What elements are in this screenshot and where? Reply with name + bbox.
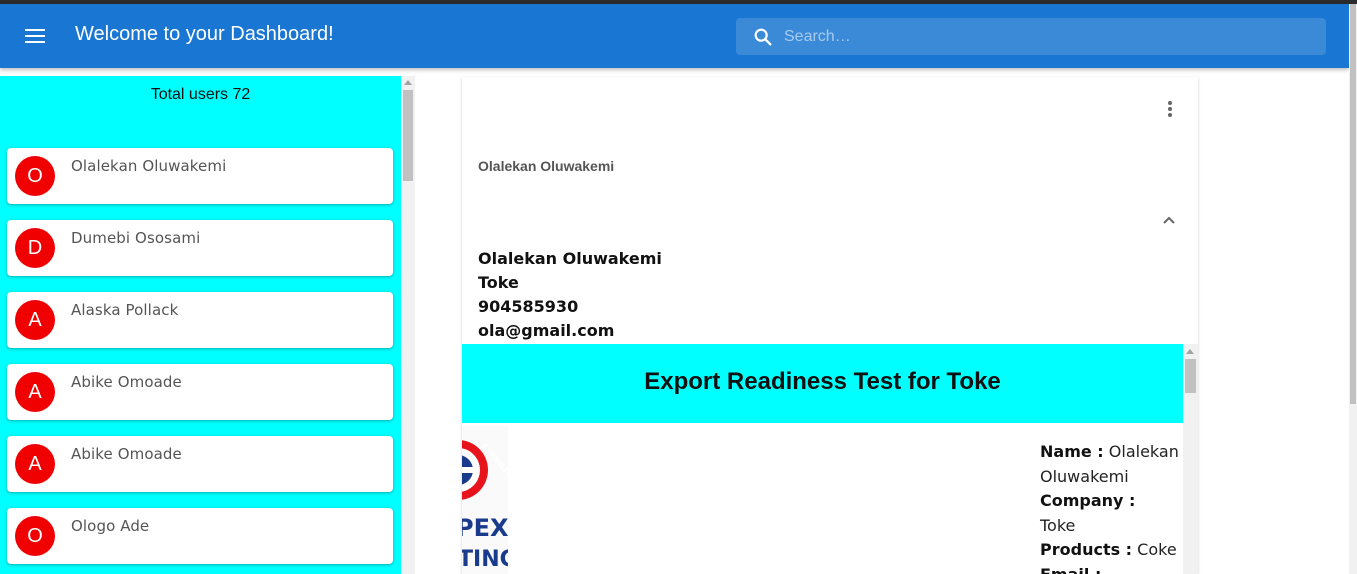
user-name: Dumebi Ososami (71, 229, 201, 247)
report-scrollbar-thumb[interactable] (1185, 359, 1196, 393)
app-bar: Welcome to your Dashboard! (0, 4, 1349, 68)
email-label: Email : (1040, 564, 1102, 574)
user-name: Abike Omoade (71, 373, 182, 391)
scroll-up-arrow-icon[interactable] (1186, 349, 1194, 354)
detail-phone: 904585930 (478, 297, 579, 316)
user-name: Olalekan Oluwakemi (71, 157, 227, 175)
user-name: Abike Omoade (71, 445, 182, 463)
company-label: Company : (1040, 491, 1136, 510)
avatar: O (15, 156, 55, 196)
search-box[interactable] (736, 18, 1326, 55)
user-list-item[interactable]: O Olalekan Oluwakemi (7, 148, 393, 204)
user-list-item[interactable]: D Dumebi Ososami (7, 220, 393, 276)
detail-name: Olalekan Oluwakemi (478, 249, 662, 268)
user-list-item[interactable]: A Alaska Pollack (7, 292, 393, 348)
avatar: A (15, 444, 55, 484)
sidebar-scrollbar-thumb[interactable] (403, 90, 413, 181)
user-sidebar: Total users 72 O Olalekan Oluwakemi D Du… (0, 76, 401, 574)
card-subtitle: Olalekan Oluwakemi (478, 158, 615, 174)
user-name: Alaska Pollack (71, 301, 179, 319)
avatar: A (15, 372, 55, 412)
user-list-item[interactable]: A Abike Omoade (7, 364, 393, 420)
app-title: Welcome to your Dashboard! (75, 23, 334, 45)
chevron-up-icon[interactable] (1161, 212, 1177, 228)
page-scrollbar-thumb[interactable] (1350, 4, 1356, 404)
logo-text-2: TING (462, 547, 508, 572)
company-logo: CONSULTING PEX TING (462, 426, 508, 574)
company-value: Toke (1040, 515, 1076, 535)
report-title: Export Readiness Test for Toke (644, 368, 1001, 395)
products-label: Products : (1040, 540, 1133, 559)
user-list-item[interactable]: O Ologo Ade (7, 508, 393, 564)
menu-icon[interactable] (21, 24, 49, 48)
products-value: Coke (1137, 540, 1177, 559)
avatar: O (15, 516, 55, 556)
user-name: Ologo Ade (71, 517, 150, 535)
report-frame: Export Readiness Test for Toke CONSULTIN… (462, 344, 1183, 574)
user-list-item[interactable]: A Abike Omoade (7, 436, 393, 492)
name-label: Name : (1040, 442, 1104, 461)
page-scrollbar[interactable] (1349, 4, 1357, 574)
search-input[interactable] (784, 18, 1314, 55)
detail-email: ola@gmail.com (478, 321, 615, 340)
sidebar-scrollbar[interactable] (401, 76, 415, 574)
profile-summary: Name : Olalekan Oluwakemi Company : Toke… (1040, 440, 1180, 574)
user-detail-card: Olalekan Oluwakemi Olalekan Oluwakemi To… (462, 77, 1198, 574)
avatar: D (15, 228, 55, 268)
report-scrollbar[interactable] (1183, 344, 1198, 574)
detail-company: Toke (478, 273, 519, 292)
report-banner: Export Readiness Test for Toke (462, 344, 1183, 423)
total-users-label: Total users 72 (150, 86, 251, 103)
logo-text-1: PEX (462, 514, 508, 542)
scroll-up-arrow-icon[interactable] (404, 80, 412, 85)
search-icon (754, 28, 772, 46)
avatar: A (15, 300, 55, 340)
more-vert-icon[interactable] (1162, 97, 1178, 121)
